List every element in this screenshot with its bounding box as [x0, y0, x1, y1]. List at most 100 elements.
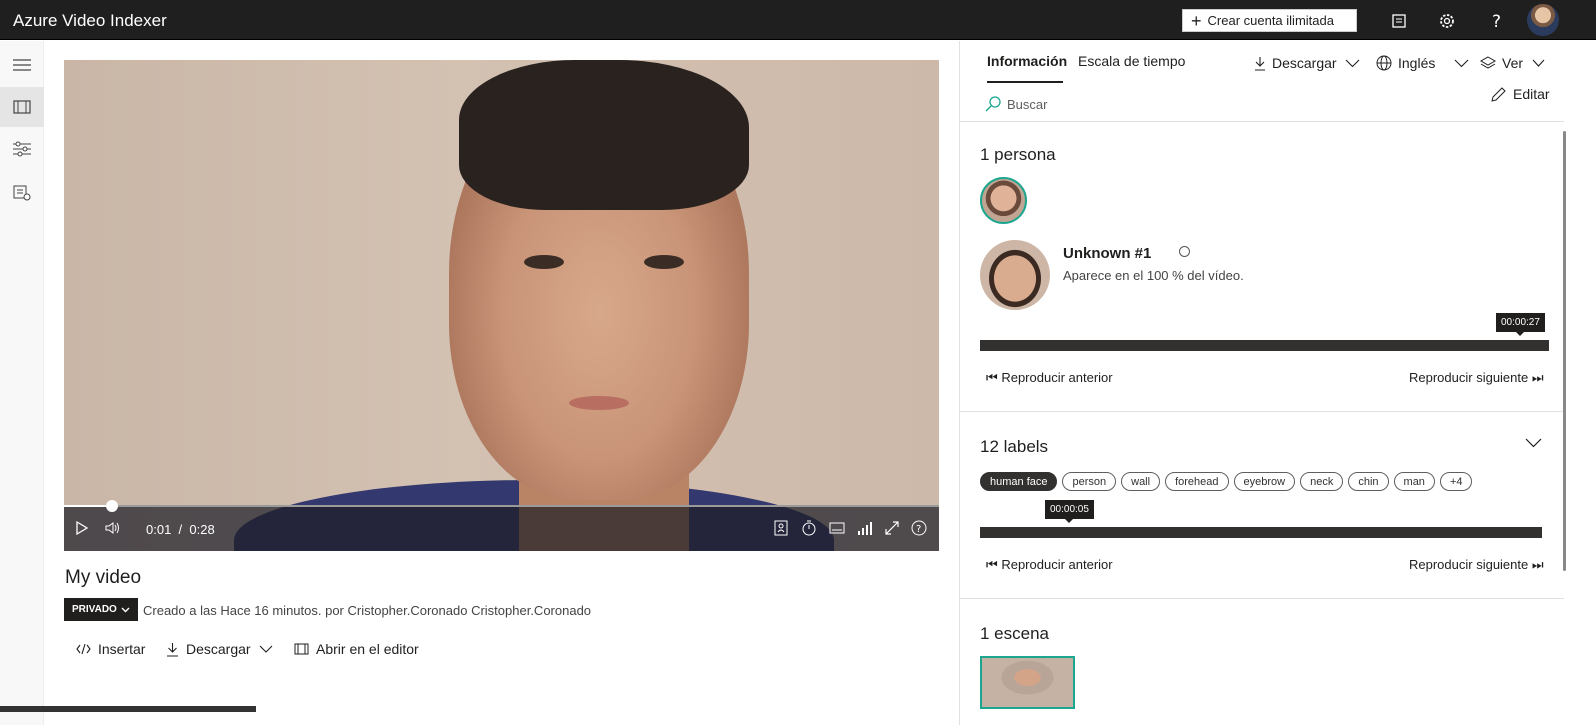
language-label: Inglés [1398, 55, 1436, 71]
previous-icon: ⏮ [986, 370, 998, 385]
time-display: 0:01 / 0:28 [146, 522, 215, 537]
next-icon: ⏭ [1531, 557, 1544, 572]
edit-button[interactable]: Editar [1491, 86, 1550, 102]
help-icon[interactable]: ? [1487, 12, 1505, 30]
person-name[interactable]: Unknown #1 [1063, 245, 1151, 262]
language-dropdown[interactable]: Inglés [1376, 55, 1475, 71]
divider [960, 121, 1564, 122]
seek-bar[interactable] [64, 505, 939, 507]
label-timeline[interactable] [980, 527, 1542, 538]
avatar[interactable] [1527, 4, 1559, 36]
sliders-icon[interactable] [0, 129, 44, 169]
person-face [980, 240, 1050, 310]
create-account-button[interactable]: + Crear cuenta ilimitada [1182, 9, 1357, 32]
download-label: Descargar [186, 641, 251, 657]
open-editor-button[interactable]: Abrir en el editor [294, 641, 419, 657]
person-appearance: Aparece en el 100 % del vídeo. [1063, 268, 1244, 283]
label-chip[interactable]: human face [980, 472, 1058, 491]
notes-icon[interactable] [1390, 12, 1408, 30]
bottom-scrollbar[interactable] [0, 706, 256, 712]
view-label: Ver [1502, 55, 1524, 71]
chevron-down-icon [1532, 59, 1545, 67]
download-dropdown[interactable]: Descargar [1254, 55, 1366, 71]
label-chip[interactable]: forehead [1165, 472, 1229, 491]
help-circle-icon[interactable]: ? [911, 520, 927, 536]
chevron-down-icon [1454, 59, 1469, 67]
label-chip[interactable]: chin [1348, 472, 1389, 491]
person-timeline[interactable] [980, 340, 1549, 351]
panel-scrollbar[interactable] [1563, 131, 1566, 571]
film-icon[interactable] [0, 87, 44, 127]
video-title: My video [65, 567, 142, 588]
label-chip[interactable]: man [1393, 472, 1435, 491]
tab-timeline[interactable]: Escala de tiempo [1078, 53, 1185, 69]
label-chip[interactable]: neck [1300, 472, 1344, 491]
chevron-down-icon[interactable] [1525, 438, 1542, 448]
download-dropdown-label: Descargar [1272, 55, 1337, 71]
search-placeholder: Buscar [1007, 96, 1048, 112]
captions-icon[interactable] [829, 520, 845, 536]
globe-icon [1376, 55, 1392, 71]
chevron-down-icon [121, 607, 130, 612]
created-info: Creado a las Hace 16 minutos. por Cristo… [143, 603, 592, 618]
tab-information[interactable]: Información [987, 53, 1067, 69]
timer-icon[interactable] [801, 520, 817, 536]
open-editor-label: Abrir en el editor [316, 641, 419, 657]
embed-button[interactable]: Insertar [76, 641, 145, 657]
download-button[interactable]: Descargar [166, 641, 280, 657]
svg-text:?: ? [1492, 12, 1501, 30]
fullscreen-icon[interactable] [884, 520, 900, 536]
play-next-label: Reproducir siguiente [1409, 557, 1529, 572]
player-controls: 0:01 / 0:28 ? [64, 500, 939, 551]
menu-icon[interactable] [0, 45, 44, 85]
quality-icon[interactable] [857, 520, 873, 536]
person-thumbnail[interactable] [980, 177, 1027, 224]
seek-handle[interactable] [106, 500, 118, 512]
play-previous-button[interactable]: ⏮ Reproducir anterior [986, 370, 1113, 386]
app-title[interactable]: Azure Video Indexer [13, 11, 167, 31]
previous-icon: ⏮ [986, 557, 998, 572]
svg-text:?: ? [916, 524, 921, 535]
scenes-title: 1 escena [980, 624, 1049, 643]
divider [960, 598, 1564, 599]
left-rail [0, 41, 44, 725]
gear-icon[interactable] [1438, 12, 1456, 30]
film-icon [294, 643, 309, 655]
play-next-button[interactable]: Reproducir siguiente ⏭ [1409, 370, 1544, 386]
next-icon: ⏭ [1531, 370, 1544, 385]
layers-icon [1480, 56, 1496, 69]
download-icon [1255, 56, 1265, 71]
settings-list-icon[interactable] [0, 173, 44, 213]
search-icon [985, 96, 1001, 112]
time-separator: / [178, 522, 183, 537]
play-next-button[interactable]: Reproducir siguiente ⏭ [1409, 557, 1544, 573]
play-icon[interactable] [74, 520, 90, 536]
label-chip[interactable]: wall [1121, 472, 1161, 491]
search-input[interactable]: Buscar [985, 96, 1047, 112]
embed-label: Insertar [98, 641, 146, 657]
scene-thumbnail[interactable] [980, 656, 1075, 709]
play-previous-label: Reproducir anterior [1001, 557, 1113, 572]
privacy-label: PRIVADO [72, 604, 117, 615]
view-dropdown[interactable]: Ver [1480, 55, 1551, 71]
download-icon [167, 642, 178, 657]
edit-label: Editar [1513, 86, 1550, 102]
label-chips: human face person wall forehead eyebrow … [980, 472, 1473, 491]
code-icon [76, 643, 91, 655]
seek-bar-played [64, 505, 112, 507]
video-frame[interactable] [64, 60, 939, 551]
active-tab-indicator [987, 81, 1063, 83]
label-chip[interactable]: eyebrow [1233, 472, 1296, 491]
play-previous-button[interactable]: ⏮ Reproducir anterior [986, 557, 1113, 573]
info-icon[interactable] [1179, 246, 1190, 257]
create-account-label: Crear cuenta ilimitada [1207, 13, 1334, 28]
labels-title: 12 labels [980, 437, 1049, 456]
volume-icon[interactable] [104, 520, 120, 536]
privacy-badge[interactable]: PRIVADO [64, 598, 138, 621]
more-labels-chip[interactable]: +4 [1439, 472, 1473, 491]
top-bar: Azure Video Indexer + Crear cuenta ilimi… [0, 0, 1596, 40]
current-time: 0:01 [146, 522, 172, 537]
label-chip[interactable]: person [1062, 472, 1117, 491]
timeline-tooltip: 00:00:27 [1496, 313, 1545, 336]
people-filter-icon[interactable] [773, 520, 789, 536]
